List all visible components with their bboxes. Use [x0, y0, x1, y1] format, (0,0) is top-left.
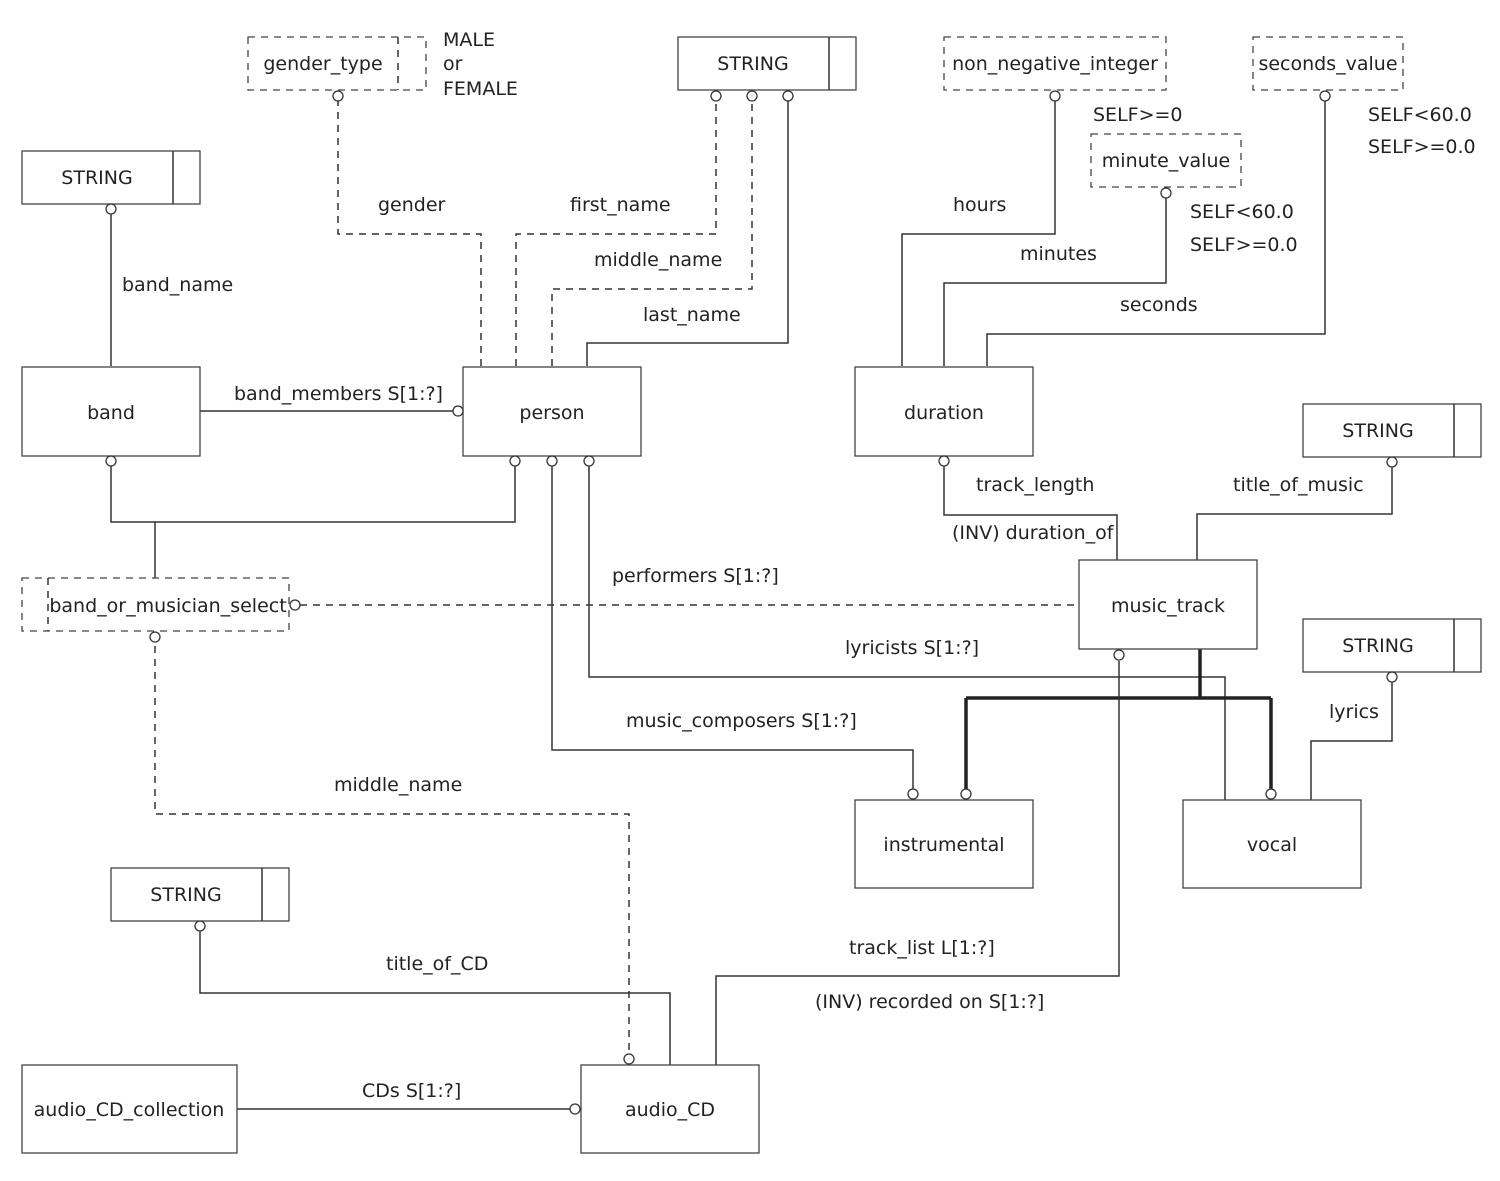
label-minutes: minutes [1020, 243, 1097, 265]
string-type-band[interactable]: STRING [21, 150, 201, 205]
entity-label: audio_CD [625, 1099, 715, 1121]
label-band-name: band_name [122, 274, 233, 296]
end-circle [509, 455, 521, 467]
label-seconds: seconds [1120, 294, 1198, 316]
music-composers-line [551, 466, 914, 789]
label-recorded-on: (INV) recorded on S[1:?] [815, 991, 1044, 1013]
minute-rule-max: SELF<60.0 [1190, 201, 1294, 223]
end-circle [960, 788, 972, 800]
nni-rule-text: SELF>=0 [1093, 104, 1183, 126]
string-type-lyrics[interactable]: STRING [1302, 618, 1482, 673]
entity-label: person [519, 402, 584, 424]
entity-label: vocal [1247, 834, 1297, 856]
entity-label: music_track [1111, 595, 1225, 617]
gender-value-or: or [443, 53, 463, 75]
label-gender: gender [378, 194, 446, 216]
end-circle [583, 455, 595, 467]
end-circle [710, 90, 722, 102]
end-circle [1049, 90, 1061, 102]
label-band-members: band_members S[1:?] [234, 383, 443, 405]
label-duration-of: (INV) duration_of [952, 522, 1115, 544]
label-cds: CDs S[1:?] [362, 1080, 461, 1102]
label-title-of-music: title_of_music [1233, 474, 1364, 496]
entity-person[interactable]: person [462, 366, 642, 457]
seconds-rule-max: SELF<60.0 [1368, 104, 1472, 126]
string-type-person[interactable]: STRING [677, 36, 857, 91]
string-type-label: STRING [1342, 635, 1413, 657]
entity-duration[interactable]: duration [854, 366, 1034, 457]
entity-music-track[interactable]: music_track [1078, 559, 1258, 650]
end-circle [938, 455, 950, 467]
gender-type-box[interactable]: gender_type [247, 36, 427, 91]
end-circle [1386, 456, 1398, 468]
entity-label: instrumental [883, 834, 1004, 856]
end-circle [1386, 671, 1398, 683]
entity-label: duration [904, 402, 984, 424]
entity-instrumental[interactable]: instrumental [854, 799, 1034, 889]
band-or-musician-select-box[interactable]: band_or_musician_select [21, 577, 290, 632]
label-middle-name: middle_name [594, 249, 722, 271]
label-select-middle-name: middle_name [334, 774, 462, 796]
entity-label: audio_CD_collection [34, 1099, 225, 1121]
select-branch-line [110, 466, 516, 523]
end-circle [1265, 788, 1277, 800]
label-lyrics: lyrics [1329, 701, 1379, 723]
band-or-musician-select-label: band_or_musician_select [49, 595, 286, 617]
seconds-value-label: seconds_value [1258, 53, 1397, 75]
end-circle [782, 90, 794, 102]
label-music-composers: music_composers S[1:?] [626, 710, 857, 732]
end-circle [623, 1053, 635, 1065]
entity-audio-cd-collection[interactable]: audio_CD_collection [21, 1064, 238, 1154]
express-g-diagram: STRING gender_type MALE or FEMALE STRING… [21, 29, 1482, 1154]
minute-value-box[interactable]: minute_value [1090, 133, 1242, 188]
end-circle [105, 455, 117, 467]
entity-audio-cd[interactable]: audio_CD [580, 1064, 760, 1154]
label-last-name: last_name [643, 304, 741, 326]
end-circle [105, 203, 117, 215]
end-circle [1319, 90, 1331, 102]
string-type-title[interactable]: STRING [1302, 403, 1482, 458]
label-lyricists: lyricists S[1:?] [845, 637, 979, 659]
title-of-cd-line [199, 931, 671, 1065]
label-track-length: track_length [976, 474, 1094, 496]
end-circle [746, 90, 758, 102]
entity-label: band [87, 402, 135, 424]
non-negative-integer-box[interactable]: non_negative_integer [943, 36, 1167, 91]
minute-value-label: minute_value [1102, 150, 1230, 172]
gender-line [337, 101, 482, 366]
end-circle [194, 920, 206, 932]
lyrics-line [1310, 682, 1393, 800]
label-hours: hours [953, 194, 1006, 216]
end-circle [1113, 649, 1125, 661]
string-type-cd[interactable]: STRING [110, 867, 290, 922]
label-title-of-cd: title_of_CD [386, 953, 488, 975]
end-circle [1160, 187, 1172, 199]
seconds-value-box[interactable]: seconds_value [1252, 36, 1404, 91]
string-type-label: STRING [717, 53, 788, 75]
gender-type-label: gender_type [263, 53, 382, 75]
entity-vocal[interactable]: vocal [1182, 799, 1362, 889]
seconds-rule-min: SELF>=0.0 [1368, 136, 1476, 158]
label-performers: performers S[1:?] [612, 565, 779, 587]
end-circle [332, 90, 344, 102]
end-circle [569, 1103, 581, 1115]
hours-line [901, 101, 1056, 366]
end-circle [907, 788, 919, 800]
gender-value-female: FEMALE [443, 78, 518, 100]
gender-value-male: MALE [443, 29, 495, 51]
label-first-name: first_name [570, 194, 671, 216]
first-name-line [515, 101, 717, 366]
end-circle [149, 631, 161, 643]
string-type-label: STRING [61, 167, 132, 189]
minute-rule-min: SELF>=0.0 [1190, 234, 1298, 256]
label-track-list: track_list L[1:?] [849, 937, 995, 959]
end-circle [289, 599, 301, 611]
end-circle [546, 455, 558, 467]
entity-band[interactable]: band [21, 366, 201, 457]
non-negative-integer-label: non_negative_integer [952, 53, 1158, 75]
string-type-label: STRING [1342, 420, 1413, 442]
string-type-label: STRING [150, 884, 221, 906]
end-circle [452, 405, 464, 417]
